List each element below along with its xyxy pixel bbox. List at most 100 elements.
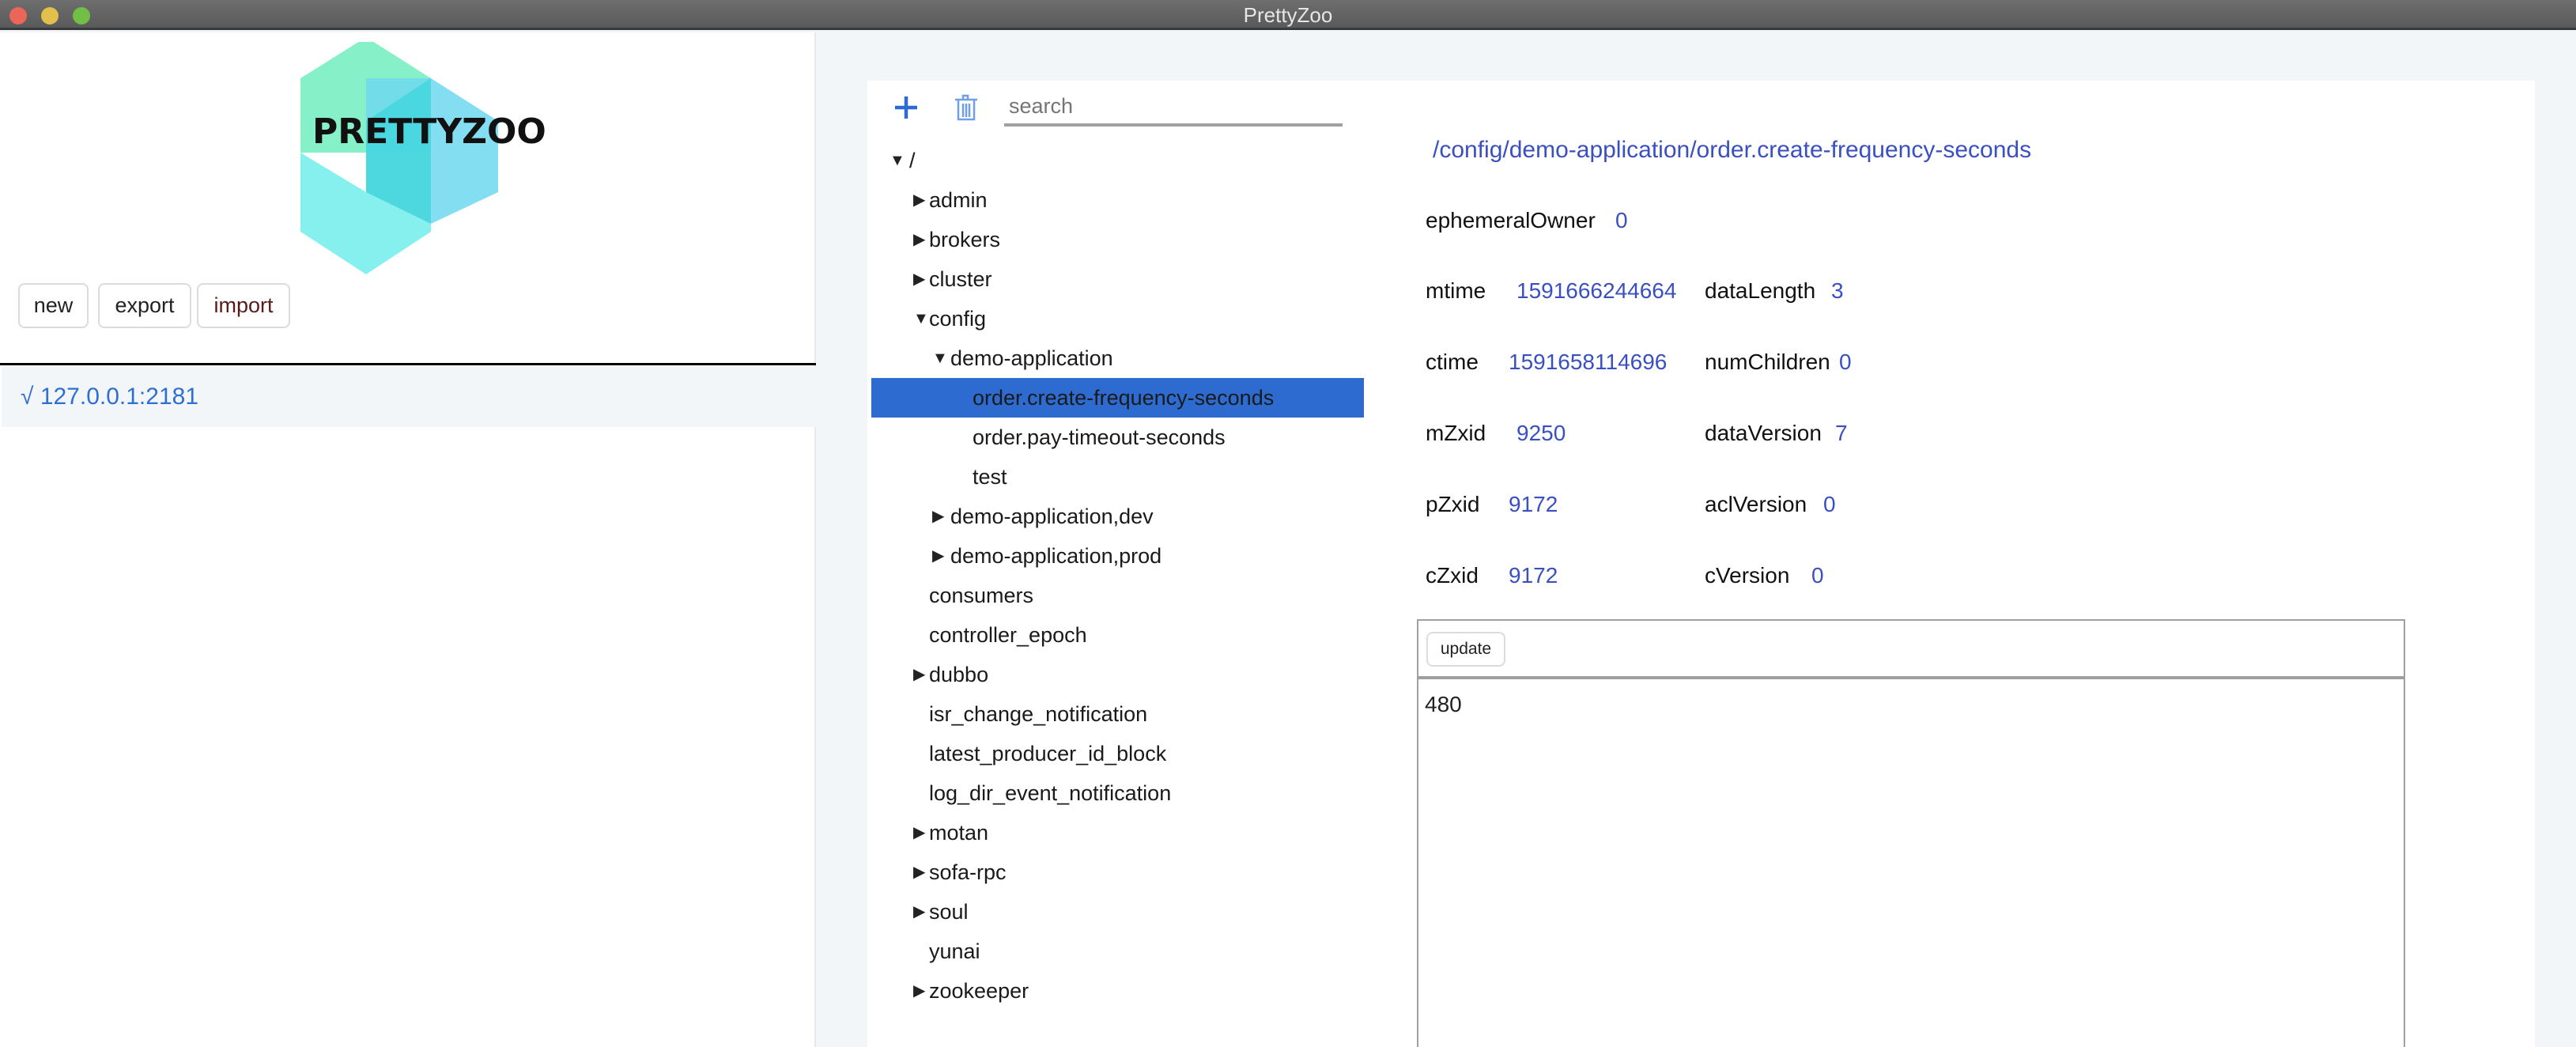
expanded-arrow-icon[interactable]: ▼ xyxy=(890,141,905,180)
collapsed-arrow-icon[interactable]: ▶ xyxy=(913,259,925,299)
tree-node[interactable]: ▶ demo-application,prod xyxy=(871,536,1364,576)
tree-node-label: demo-application xyxy=(950,346,1113,370)
tree-node-label: demo-application,dev xyxy=(950,505,1154,528)
stat-label: dataVersion xyxy=(1705,421,1822,445)
tree-node[interactable]: ▶ cluster xyxy=(871,259,1364,299)
tree-node-label: admin xyxy=(929,188,988,212)
stat-value: 7 xyxy=(1835,421,1848,445)
tree-node-label: brokers xyxy=(929,228,1001,251)
stat-value: 9172 xyxy=(1509,492,1558,516)
stat-value: 1591666244664 xyxy=(1517,278,1677,303)
tree-node-label: test xyxy=(973,465,1007,489)
data-editor: update xyxy=(1417,619,2405,1047)
stat-label: cZxid xyxy=(1426,563,1479,588)
tree-node[interactable]: ▶ dubbo xyxy=(871,655,1364,694)
stat-label: dataLength xyxy=(1705,278,1816,303)
stat-label: aclVersion xyxy=(1705,492,1807,516)
connected-check-icon: √ xyxy=(21,384,34,410)
delete-node-icon[interactable] xyxy=(954,94,979,121)
tree-node[interactable]: log_dir_event_notification xyxy=(871,773,1364,813)
update-button[interactable]: update xyxy=(1426,632,1505,667)
right-gutter xyxy=(2535,81,2576,1047)
sidebar: PRETTYZOO new export import √ 127.0.0.1:… xyxy=(0,32,816,1047)
tree-node[interactable]: ▶ zookeeper xyxy=(871,971,1364,1011)
tree-node-label: motan xyxy=(929,821,989,845)
tree-node[interactable]: consumers xyxy=(871,576,1364,615)
tree-node[interactable]: ▶ admin xyxy=(871,180,1364,220)
stat-value: 0 xyxy=(1823,492,1836,516)
stat-label: numChildren xyxy=(1705,350,1830,374)
tree-node[interactable]: controller_epoch xyxy=(871,615,1364,655)
tree-node[interactable]: ▶ soul xyxy=(871,892,1364,932)
new-button[interactable]: new xyxy=(18,283,89,328)
tree-node[interactable]: isr_change_notification xyxy=(871,694,1364,734)
node-data-textarea[interactable] xyxy=(1418,682,2404,1047)
tree-node-label: config xyxy=(929,307,987,331)
collapsed-arrow-icon[interactable]: ▶ xyxy=(913,892,925,932)
prettyzoo-logo: PRETTYZOO xyxy=(300,42,546,274)
tree-node[interactable]: test xyxy=(871,457,1364,497)
tree-node[interactable]: ▶ demo-application,dev xyxy=(871,497,1364,536)
stat-value: 3 xyxy=(1831,278,1844,303)
tree-node-label: dubbo xyxy=(929,663,989,686)
tree-node-label: log_dir_event_notification xyxy=(929,781,1172,805)
tree-node[interactable]: ▼ demo-application xyxy=(871,338,1364,378)
window-title: PrettyZoo xyxy=(1243,3,1333,27)
tree-node[interactable]: ▼ config xyxy=(871,299,1364,338)
add-node-icon[interactable] xyxy=(893,95,919,120)
stat-label: mtime xyxy=(1426,278,1486,303)
collapsed-arrow-icon[interactable]: ▶ xyxy=(932,536,944,576)
collapsed-arrow-icon[interactable]: ▶ xyxy=(913,813,925,852)
tree-node[interactable]: ▼ / xyxy=(871,141,1364,180)
tree-node-label: isr_change_notification xyxy=(929,702,1148,726)
collapsed-arrow-icon[interactable]: ▶ xyxy=(913,180,925,220)
tree-node-label: demo-application,prod xyxy=(950,544,1162,568)
tree-node[interactable]: order.pay-timeout-seconds xyxy=(871,418,1364,457)
svg-text:PRETTYZOO: PRETTYZOO xyxy=(312,112,546,152)
tree-node[interactable]: ▶ sofa-rpc xyxy=(871,852,1364,892)
stat-label: mZxid xyxy=(1426,421,1486,445)
tree-node-label: zookeeper xyxy=(929,979,1029,1003)
tree-node-label: controller_epoch xyxy=(929,623,1087,647)
tree-node-label: latest_producer_id_block xyxy=(929,742,1167,765)
stat-value: 0 xyxy=(1615,208,1628,232)
collapsed-arrow-icon[interactable]: ▶ xyxy=(932,497,944,536)
tree-node-label: / xyxy=(909,149,916,172)
stat-value: 0 xyxy=(1811,563,1824,588)
stat-label: cVersion xyxy=(1705,563,1790,588)
tree-node-label: soul xyxy=(929,900,969,924)
connection-item[interactable]: √ 127.0.0.1:2181 xyxy=(2,367,816,427)
stat-value: 9172 xyxy=(1509,563,1558,588)
tree-node[interactable]: latest_producer_id_block xyxy=(871,734,1364,773)
tree-node[interactable]: ▶ brokers xyxy=(871,220,1364,259)
import-button[interactable]: import xyxy=(197,283,290,328)
tree-node-label: yunai xyxy=(929,939,980,963)
connection-address: 127.0.0.1:2181 xyxy=(40,384,198,410)
stat-value: 0 xyxy=(1839,350,1852,374)
divider xyxy=(0,363,816,365)
collapsed-arrow-icon[interactable]: ▶ xyxy=(913,852,925,892)
stat-label: ephemeralOwner xyxy=(1426,208,1596,232)
expanded-arrow-icon[interactable]: ▼ xyxy=(932,338,948,378)
node-path: /config/demo-application/order.create-fr… xyxy=(1433,137,2032,163)
stat-value: 1591658114696 xyxy=(1509,350,1668,374)
tree-node-label: cluster xyxy=(929,267,992,291)
tree-node-label: order.create-frequency-seconds xyxy=(973,386,1275,410)
editor-toolbar: update xyxy=(1418,621,2404,679)
tree-node[interactable]: yunai xyxy=(871,932,1364,971)
tree-node[interactable]: order.create-frequency-seconds xyxy=(871,378,1364,418)
collapsed-arrow-icon[interactable]: ▶ xyxy=(913,655,925,694)
collapsed-arrow-icon[interactable]: ▶ xyxy=(913,220,925,259)
stat-label: pZxid xyxy=(1426,492,1480,516)
title-bar: PrettyZoo xyxy=(0,0,2576,30)
tree-node-label: sofa-rpc xyxy=(929,860,1007,884)
expanded-arrow-icon[interactable]: ▼ xyxy=(913,299,929,338)
stat-label: ctime xyxy=(1426,350,1479,374)
stat-value: 9250 xyxy=(1517,421,1566,445)
tree-node-label: order.pay-timeout-seconds xyxy=(973,425,1226,449)
tree-node[interactable]: ▶ motan xyxy=(871,813,1364,852)
tree-node-label: consumers xyxy=(929,584,1034,607)
collapsed-arrow-icon[interactable]: ▶ xyxy=(913,971,925,1011)
export-button[interactable]: export xyxy=(98,283,191,328)
search-input[interactable] xyxy=(1004,89,1343,127)
